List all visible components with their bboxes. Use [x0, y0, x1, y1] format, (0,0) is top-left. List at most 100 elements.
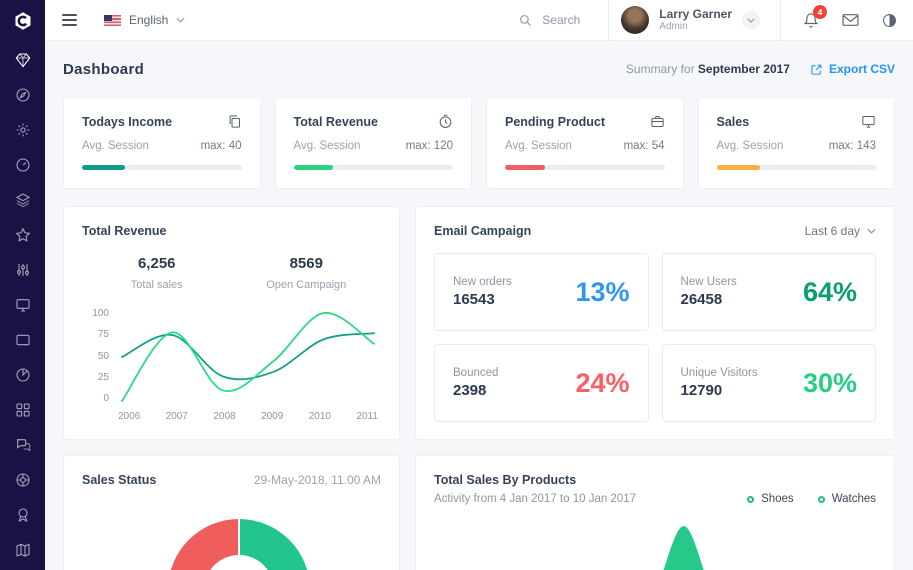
x-tick-label: 2010 [309, 411, 331, 422]
progress-fill [717, 165, 760, 170]
progress-track [82, 165, 242, 170]
metric-percent: 64% [803, 277, 857, 308]
metric-value: 26458 [681, 291, 737, 308]
wheel-icon [15, 472, 31, 488]
sidebar-item-maps[interactable] [15, 542, 31, 558]
metric-tile-new-users[interactable]: New Users 26458 64% [662, 253, 877, 331]
sidebar-item-apps[interactable] [15, 402, 31, 418]
progress-fill [294, 165, 334, 170]
y-tick-label: 50 [98, 351, 109, 362]
chevron-down-icon [867, 228, 876, 234]
y-axis-ticks: 1007550250 [82, 308, 118, 404]
line-chart-svg [118, 308, 378, 404]
date-filter-dropdown[interactable]: Last 6 day [805, 224, 876, 238]
y-tick-label: 75 [98, 329, 109, 340]
metric-value: 12790 [681, 382, 758, 399]
x-tick-label: 2008 [213, 411, 235, 422]
sales-status-donut-chart[interactable] [168, 519, 310, 570]
user-menu-chevron[interactable] [742, 11, 760, 29]
total-sales-products-panel: Total Sales By Products Activity from 4 … [415, 455, 895, 570]
card-title: Total Revenue [294, 115, 379, 129]
user-menu[interactable]: Larry Garner Admin [609, 6, 780, 34]
stat-card-total-revenue[interactable]: Total Revenue Avg. Session max: 120 [275, 97, 473, 189]
y-tick-label: 25 [98, 372, 109, 383]
chart-legend: Shoes Watches [747, 493, 876, 505]
max-label: max: 120 [406, 140, 453, 152]
metric-label: Bounced [453, 367, 498, 379]
app-logo[interactable] [0, 0, 45, 41]
chat-icon [15, 437, 31, 453]
max-label: max: 40 [201, 140, 242, 152]
metric-tile-unique-visitors[interactable]: Unique Visitors 12790 30% [662, 344, 877, 422]
open-campaign-label: Open Campaign [232, 279, 382, 291]
main-content: Dashboard Summary for September 2017 Exp… [45, 41, 913, 570]
legend-dot-icon [818, 496, 825, 503]
x-axis-labels: 200620072008200920102011 [118, 411, 378, 422]
sidebar-item-performance[interactable] [15, 157, 31, 173]
export-icon [810, 63, 823, 76]
gem-icon [15, 52, 31, 68]
menu-toggle-button[interactable] [62, 14, 77, 26]
stat-card-todays-income[interactable]: Todays Income Avg. Session max: 40 [63, 97, 261, 189]
monitor-icon [15, 297, 31, 313]
total-revenue-panel: Total Revenue 6,256 Total sales 8569 Ope… [63, 206, 400, 440]
gear-icon [15, 122, 31, 138]
sidebar-item-settings[interactable] [15, 122, 31, 138]
user-role: Admin [659, 21, 732, 33]
sidebar-item-explore[interactable] [15, 87, 31, 103]
total-sales-label: Total sales [82, 279, 232, 291]
progress-track [717, 165, 877, 170]
sidebar-item-awards[interactable] [15, 507, 31, 523]
layers-icon [15, 192, 31, 208]
sidebar-item-tablet[interactable] [15, 332, 31, 348]
stat-card-pending-product[interactable]: Pending Product Avg. Session max: 54 [486, 97, 684, 189]
mail-icon [842, 13, 859, 27]
x-tick-label: 2009 [261, 411, 283, 422]
metric-tile-new-orders[interactable]: New orders 16543 13% [434, 253, 649, 331]
sidebar-item-layers[interactable] [15, 192, 31, 208]
search-placeholder: Search [542, 13, 580, 27]
x-tick-label: 2006 [118, 411, 140, 422]
notification-badge: 4 [813, 5, 827, 19]
theme-toggle-button[interactable] [882, 13, 897, 28]
copy-icon [227, 114, 242, 129]
line-series-revenue-light [122, 313, 374, 401]
sidebar-item-dashboard[interactable] [15, 52, 31, 68]
metric-tile-bounced[interactable]: Bounced 2398 24% [434, 344, 649, 422]
legend-dot-icon [747, 496, 754, 503]
progress-fill [505, 165, 545, 170]
language-selector[interactable]: English [104, 13, 185, 27]
tablet-icon [15, 332, 31, 348]
sidebar-item-filters[interactable] [15, 262, 31, 278]
total-sales-value: 6,256 [82, 255, 232, 272]
sidebar [0, 0, 45, 570]
panel-title: Email Campaign [434, 224, 531, 238]
search-icon [519, 14, 532, 27]
notifications-button[interactable]: 4 [803, 12, 819, 29]
products-area-chart[interactable] [434, 513, 876, 570]
clock-icon [438, 114, 453, 129]
search-input[interactable]: Search [519, 13, 580, 27]
sidebar-item-desktop[interactable] [15, 297, 31, 313]
us-flag-icon [104, 15, 121, 26]
messages-button[interactable] [842, 13, 859, 27]
chevron-down-icon [176, 17, 185, 23]
x-tick-label: 2011 [356, 411, 378, 422]
panel-subtitle: Activity from 4 Jan 2017 to 10 Jan 2017 [434, 493, 636, 505]
open-campaign-value: 8569 [232, 255, 382, 272]
award-icon [15, 507, 31, 523]
sidebar-item-favorites[interactable] [15, 227, 31, 243]
legend-item-watches[interactable]: Watches [818, 493, 876, 505]
email-campaign-panel: Email Campaign Last 6 day New orders 165… [415, 206, 895, 440]
sidebar-item-components[interactable] [15, 472, 31, 488]
export-csv-button[interactable]: Export CSV [810, 62, 895, 76]
sidebar-nav [15, 41, 31, 558]
stat-card-sales[interactable]: Sales Avg. Session max: 143 [698, 97, 896, 189]
sidebar-item-chat[interactable] [15, 437, 31, 453]
session-label: Avg. Session [294, 140, 361, 152]
y-tick-label: 100 [92, 308, 109, 319]
sidebar-item-pie-chart[interactable] [15, 367, 31, 383]
legend-item-shoes[interactable]: Shoes [747, 493, 794, 505]
panel-title: Sales Status [82, 473, 156, 487]
metric-percent: 13% [575, 277, 629, 308]
